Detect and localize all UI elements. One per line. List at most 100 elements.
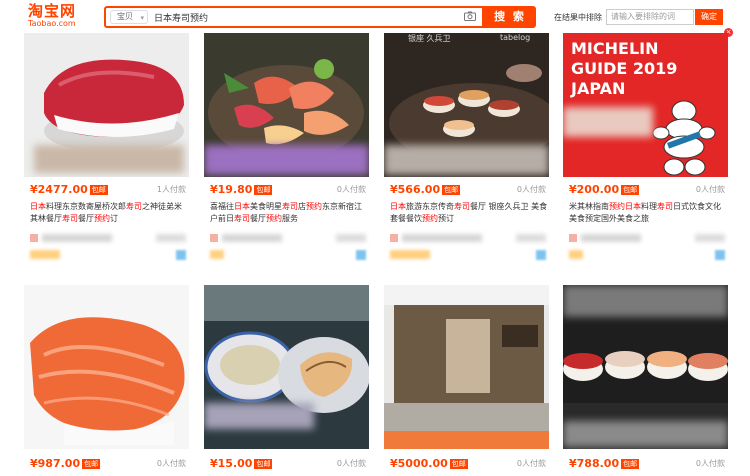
title-fragment: 餐厅 [250,214,266,223]
shop-name[interactable] [581,234,641,242]
title-fragment: 喜福往 [210,202,234,211]
price-row: ¥566.00 包邮 0人付款 [390,183,546,196]
product-image[interactable]: 银座 久兵卫 tabelog [384,33,549,177]
product-image[interactable] [204,285,369,449]
product-card[interactable]: ¥987.00 包邮 0人付款 [24,285,189,476]
product-image[interactable] [24,33,189,177]
gold-seller-badge [210,250,224,259]
product-image[interactable] [204,33,369,177]
restaurant-entrance-photo [384,285,549,449]
price: ¥200.00 [569,183,620,196]
location [156,234,186,242]
camera-icon[interactable] [464,11,476,21]
shop-info-row [30,234,186,244]
title-fragment: 料理东京数寄屋桥次郎 [46,202,126,211]
sales-count: 0人付款 [516,459,546,468]
wangwang-icon[interactable] [715,250,725,260]
title-fragment: 日本 [390,202,406,211]
search-input[interactable] [154,9,454,25]
exclude-label: 在结果中排除 [554,13,602,22]
wangwang-icon[interactable] [536,250,546,260]
location [516,234,546,242]
title-fragment: 米其林指南 [569,202,609,211]
free-shipping-badge: 包邮 [449,459,468,469]
product-title[interactable]: 日本旅游东京传奇寿司餐厅 银座久兵卫 美食套餐餐饮预约预订 [390,201,548,225]
price-row: ¥200.00 包邮 0人付款 [569,183,725,196]
title-fragment: 其林餐厅 [30,214,62,223]
free-shipping-badge: 包邮 [442,185,461,195]
title-fragment: 日本 [30,202,46,211]
product-image[interactable]: MICHELIN GUIDE 2019 JAPAN [563,33,728,177]
product-card[interactable]: ¥15.00 包邮 0人付款 [204,285,369,476]
product-card[interactable]: ¥19.80 包邮 0人付款 喜福往日本美食明星寿司店预约东京新宿江户前日寿司餐厅… [204,33,369,273]
sales-count: 0人付款 [336,459,366,468]
title-fragment: 寿司 [62,214,78,223]
shop-name[interactable] [402,234,482,242]
title-fragment: 寿司 [657,202,673,211]
product-card[interactable]: MICHELIN GUIDE 2019 JAPAN ¥200.00 包邮 0人付款… [563,33,728,273]
title-fragment: 之神徒弟米 [142,202,182,211]
price: ¥987.00 [30,457,81,470]
badge-row [569,250,725,260]
badge-row [210,250,366,260]
michelin-line3: JAPAN [571,79,626,98]
photo-watermark-left: 银座 久兵卫 [408,34,451,43]
blurred-caption [563,421,728,447]
michelin-line1: MICHELIN [571,39,659,58]
price: ¥15.00 [210,457,253,470]
product-title[interactable]: 米其林指南预约日本料理寿司日式饮食文化美食预定国外美食之旅 [569,201,727,225]
sales-count: 0人付款 [336,185,366,194]
wangwang-icon[interactable] [176,250,186,260]
badge-row [30,250,186,260]
exclude-input[interactable]: 请输入要排除的词 [606,9,694,25]
blurred-caption [384,145,549,175]
title-fragment: 订 [110,214,118,223]
price-row: ¥5000.00 包邮 0人付款 [390,457,546,470]
shop-name[interactable] [42,234,112,242]
salmon-nigiri-photo [24,285,189,449]
shop-name[interactable] [222,234,282,242]
product-card[interactable]: 银座 久兵卫 tabelog ¥566.00 包邮 0人付款 日本旅游东京传奇寿司… [384,33,549,273]
title-fragment: 日本 [234,202,250,211]
title-fragment: 预约 [609,202,625,211]
title-fragment: 日本 [625,202,641,211]
price: ¥2477.00 [30,183,88,196]
product-image[interactable] [24,285,189,449]
title-fragment: 寿司 [454,202,470,211]
location [336,234,366,242]
shop-info-row [390,234,546,244]
badge-row [390,250,546,260]
search-button[interactable]: 搜 索 [484,6,536,28]
title-fragment: 预约 [422,214,438,223]
price: ¥566.00 [390,183,441,196]
shop-info-row [210,234,366,244]
product-card[interactable]: ¥2477.00 包邮 1人付款 日本料理东京数寄屋桥次郎寿司之神徒弟米其林餐厅寿… [24,33,189,273]
shop-icon [390,234,398,242]
product-title[interactable]: 日本料理东京数寄屋桥次郎寿司之神徒弟米其林餐厅寿司餐厅预约订 [30,201,188,225]
product-title[interactable]: 喜福往日本美食明星寿司店预约东京新宿江户前日寿司餐厅预约服务 [210,201,368,225]
product-card[interactable]: ¥788.00 包邮 0人付款 [563,285,728,476]
free-shipping-badge: 包邮 [254,459,273,469]
free-shipping-badge: 包邮 [82,459,101,469]
search-box: 宝贝 ▾ [104,6,484,28]
product-card[interactable]: ¥5000.00 包邮 0人付款 [384,285,549,476]
michelin-man-illustration [652,100,716,176]
product-image[interactable] [563,285,728,449]
price-row: ¥788.00 包邮 0人付款 [569,457,725,470]
taobao-logo[interactable]: 淘宝网 Taobao.com [28,3,98,29]
gold-seller-badge [390,250,430,259]
blurred-caption [204,403,314,429]
blurred-caption [563,285,728,317]
shop-icon [210,234,218,242]
category-select[interactable]: 宝贝 ▾ [110,10,148,24]
blurred-caption [34,145,184,173]
title-fragment: 服务 [282,214,298,223]
product-image[interactable] [384,285,549,449]
exclude-confirm-button[interactable]: 确定 [695,9,723,25]
title-fragment: 预约 [306,202,322,211]
wangwang-icon[interactable] [356,250,366,260]
price-row: ¥19.80 包邮 0人付款 [210,183,366,196]
title-fragment: 料理 [641,202,657,211]
title-fragment: 预约 [94,214,110,223]
price: ¥5000.00 [390,457,448,470]
